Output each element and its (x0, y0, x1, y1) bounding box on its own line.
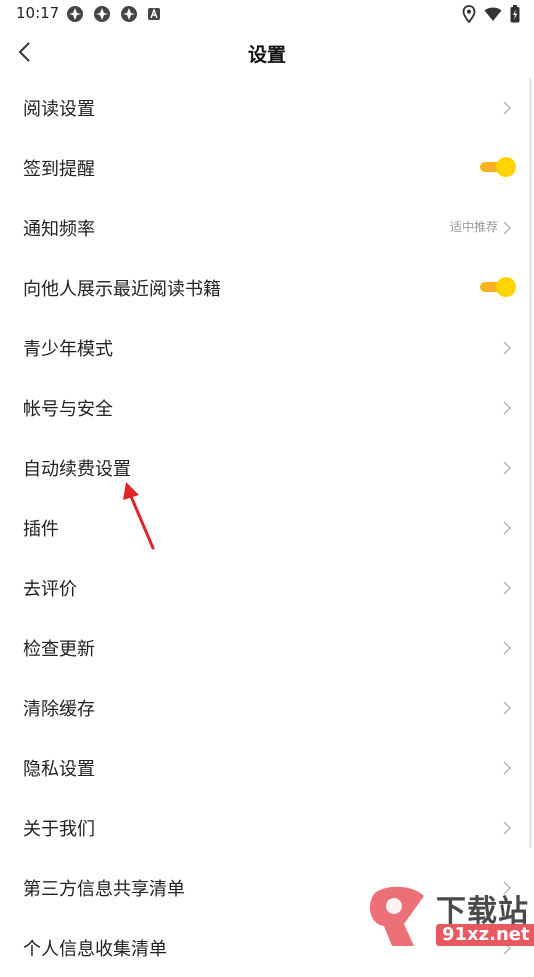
settings-row[interactable]: 隐私设置 (0, 737, 534, 797)
watermark-domain: 91xz.net (436, 924, 534, 946)
toggle-switch[interactable] (478, 156, 516, 178)
chevron-right-icon (503, 641, 511, 655)
battery-charging-icon (510, 5, 520, 23)
chevron-right-icon (503, 581, 511, 595)
page-title: 设置 (247, 44, 286, 66)
settings-row[interactable]: 帐号与安全 (0, 377, 534, 437)
scrollbar[interactable] (529, 78, 532, 848)
settings-row-label: 隐私设置 (23, 759, 95, 780)
status-time: 10:17 (16, 4, 60, 22)
nav-bar: 设置 (0, 28, 534, 76)
settings-row[interactable]: 清除缓存 (0, 677, 534, 737)
settings-row-label: 自动续费设置 (23, 459, 131, 480)
chevron-right-icon (503, 341, 511, 355)
wifi-icon (484, 7, 502, 21)
app-notification-icon (121, 6, 137, 22)
chevron-right-icon (503, 221, 511, 235)
chevron-right-icon (503, 521, 511, 535)
annotation-arrow (123, 482, 155, 550)
settings-row-label: 关于我们 (23, 819, 95, 840)
settings-row[interactable]: 向他人展示最近阅读书籍 (0, 257, 534, 317)
settings-row-label: 个人信息收集清单 (23, 939, 167, 960)
chevron-right-icon (503, 101, 511, 115)
toggle-knob (496, 277, 516, 297)
settings-row[interactable]: 自动续费设置 (0, 437, 534, 497)
chevron-right-icon (503, 821, 511, 835)
settings-row-label: 阅读设置 (23, 99, 95, 120)
settings-row[interactable]: 关于我们 (0, 797, 534, 857)
status-system-icons (462, 5, 520, 23)
chevron-right-icon (503, 461, 511, 475)
toggle-knob (496, 157, 516, 177)
settings-row-label: 插件 (23, 519, 59, 540)
settings-row[interactable]: 签到提醒 (0, 137, 534, 197)
settings-row[interactable]: 插件 (0, 497, 534, 557)
watermark-logo-icon (369, 886, 424, 946)
settings-row-label: 向他人展示最近阅读书籍 (23, 279, 221, 300)
settings-row[interactable]: 去评价 (0, 557, 534, 617)
location-icon (462, 5, 476, 23)
settings-row[interactable]: 阅读设置 (0, 77, 534, 137)
app-notification-icon (67, 6, 83, 22)
settings-row-label: 清除缓存 (23, 699, 95, 720)
settings-row-label: 签到提醒 (23, 159, 95, 180)
chevron-right-icon (503, 401, 511, 415)
settings-row-hint: 适中推荐 (449, 220, 498, 234)
toggle-switch[interactable] (478, 276, 516, 298)
settings-row-label: 第三方信息共享清单 (23, 879, 185, 900)
chevron-right-icon (503, 701, 511, 715)
settings-row[interactable]: 青少年模式 (0, 317, 534, 377)
settings-list: 阅读设置签到提醒通知频率 适中推荐向他人展示最近阅读书籍 青少年模式帐号与安全自动续… (0, 77, 534, 977)
chevron-right-icon (503, 761, 511, 775)
settings-row-label: 检查更新 (23, 639, 95, 660)
settings-row-label: 通知频率 (23, 219, 95, 240)
settings-row[interactable]: 检查更新 (0, 617, 534, 677)
status-notification-icons (66, 5, 161, 23)
settings-row-label: 去评价 (23, 579, 77, 600)
a-badge-icon (148, 8, 160, 20)
app-notification-icon (94, 6, 110, 22)
settings-row[interactable]: 通知频率 适中推荐 (0, 197, 534, 257)
status-bar: 10:17 (0, 0, 534, 28)
watermark: 下载站 91xz.net (364, 884, 534, 950)
settings-row-label: 帐号与安全 (23, 399, 113, 420)
settings-row-label: 青少年模式 (23, 339, 113, 360)
